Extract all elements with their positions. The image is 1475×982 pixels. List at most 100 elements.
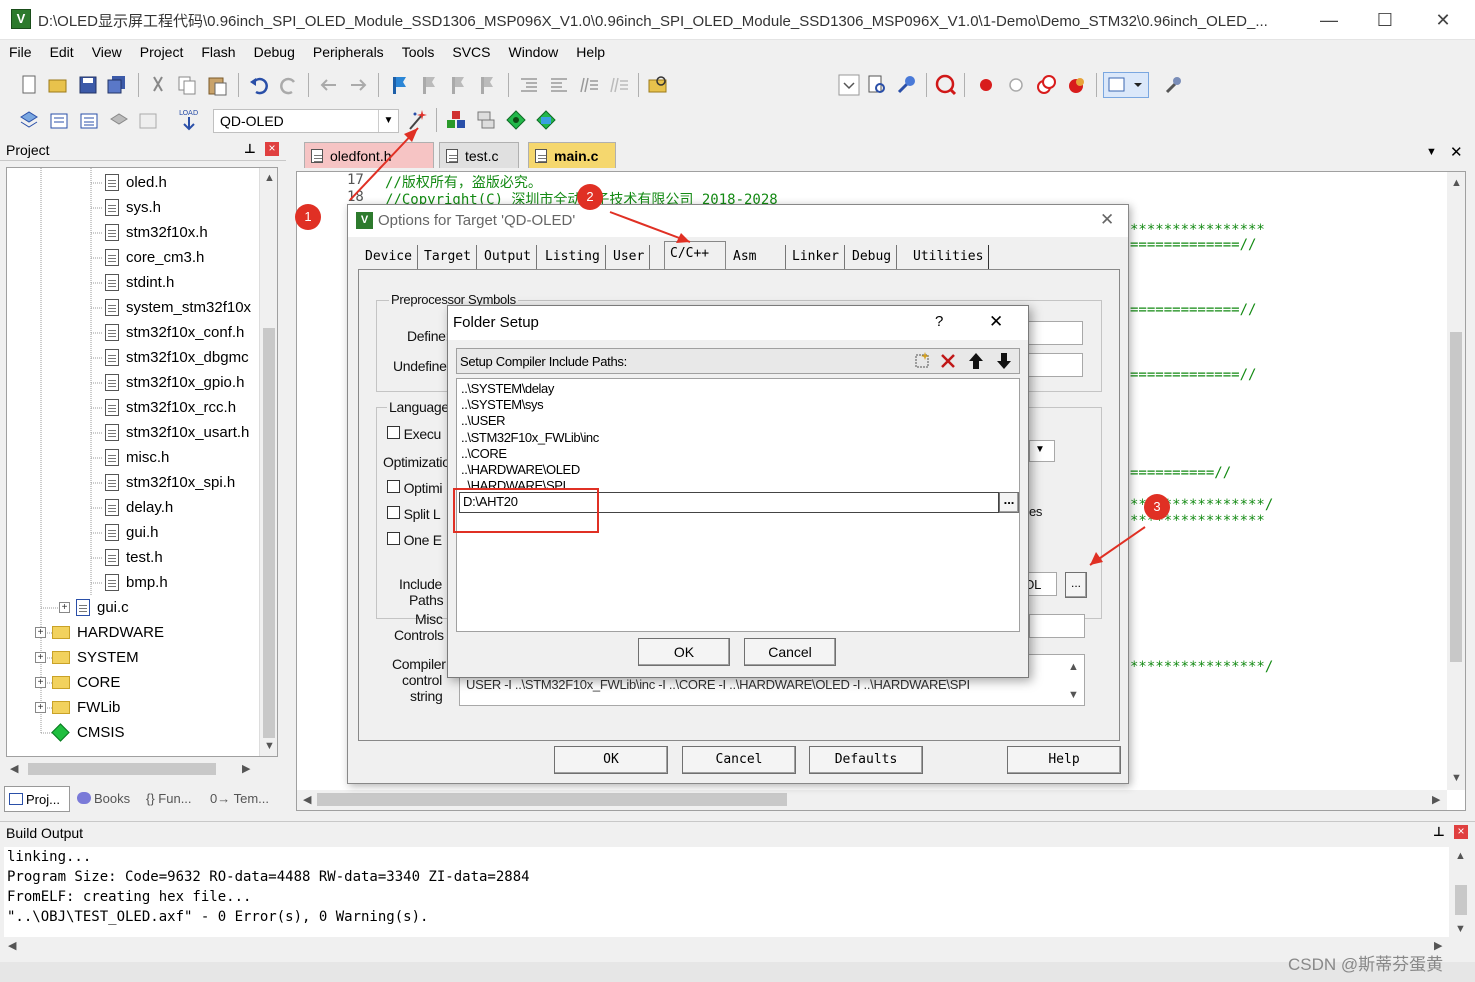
one-elf-option[interactable]: One E — [387, 532, 442, 548]
new-path-icon[interactable] — [911, 350, 933, 372]
select-packs-icon[interactable] — [475, 109, 497, 131]
save-icon[interactable] — [77, 74, 99, 96]
tab-c-cpp[interactable]: C/C++ — [664, 241, 726, 269]
scroll-up-icon[interactable]: ▲ — [1068, 661, 1079, 673]
warnings-select[interactable]: ▼ — [1029, 440, 1055, 462]
tree-file-stm32f10x-h[interactable]: stm32f10x.h — [105, 220, 208, 245]
tree-file-stm32f10x-gpio-h[interactable]: stm32f10x_gpio.h — [105, 370, 244, 395]
scroll-down-icon[interactable]: ▼ — [1451, 772, 1462, 784]
close-editor-icon[interactable]: ✕ — [1450, 143, 1463, 161]
tree-file-stm32f10x-dbgmc[interactable]: stm32f10x_dbgmc — [105, 345, 249, 370]
expand-icon[interactable]: + — [35, 677, 46, 688]
move-up-icon[interactable] — [965, 350, 987, 372]
nav-forward-icon[interactable] — [347, 74, 369, 96]
checkbox[interactable] — [387, 480, 400, 493]
expand-icon[interactable]: + — [59, 602, 70, 613]
tree-horizontal-scrollbar[interactable]: ◀ ▶ — [6, 760, 278, 778]
scroll-up-icon[interactable]: ▲ — [264, 172, 275, 184]
find-in-files-icon[interactable] — [647, 74, 669, 96]
editor-vertical-scrollbar[interactable]: ▲ ▼ — [1447, 172, 1465, 790]
undefine-input[interactable] — [1027, 353, 1083, 377]
rebuild-icon[interactable] — [78, 109, 100, 131]
tree-file-stm32f10x-rcc-h[interactable]: stm32f10x_rcc.h — [105, 395, 236, 420]
delete-path-icon[interactable] — [937, 350, 959, 372]
translate-icon[interactable] — [18, 109, 40, 131]
tree-group-hardware[interactable]: + HARDWARE — [35, 620, 164, 645]
path-item[interactable]: ..\SYSTEM\sys — [461, 397, 544, 412]
minimize-button[interactable]: — — [1306, 6, 1352, 34]
manage-rte-icon[interactable] — [505, 109, 527, 131]
tree-cmsis[interactable]: CMSIS — [51, 720, 125, 745]
scroll-thumb[interactable] — [1455, 885, 1467, 915]
tab-device[interactable]: Device — [360, 245, 418, 269]
tab-project[interactable]: Proj... — [4, 786, 70, 812]
folder-cancel-button[interactable]: Cancel — [744, 638, 836, 666]
tab-user[interactable]: User — [608, 245, 651, 269]
tree-vertical-scrollbar[interactable]: ▲ ▼ — [259, 168, 277, 756]
folder-ok-button[interactable]: OK — [638, 638, 730, 666]
save-all-icon[interactable] — [106, 74, 128, 96]
panel-close-icon[interactable]: × — [1454, 825, 1468, 839]
stop-build-icon[interactable] — [137, 109, 159, 131]
tree-group-system[interactable]: + SYSTEM — [35, 645, 139, 670]
tree-file-stm32f10x-usart-h[interactable]: stm32f10x_usart.h — [105, 420, 249, 445]
tree-group-core[interactable]: + CORE — [35, 670, 120, 695]
tab-output[interactable]: Output — [479, 245, 537, 269]
scroll-right-icon[interactable]: ▶ — [242, 762, 250, 775]
debug-session-icon[interactable] — [895, 74, 917, 96]
options-help-button[interactable]: Help — [1007, 746, 1121, 774]
target-select[interactable]: QD-OLED ▼ — [213, 109, 399, 133]
tab-templates[interactable]: 0→ Tem... — [208, 786, 278, 812]
path-browse-button[interactable]: ... — [999, 492, 1019, 513]
folder-close-icon[interactable]: ✕ — [989, 312, 1003, 332]
tab-oledfont-h[interactable]: oledfont.h — [304, 142, 434, 168]
tab-target[interactable]: Target — [419, 245, 477, 269]
tree-file-system-stm32f10x[interactable]: system_stm32f10x — [105, 295, 251, 320]
bookmark-icon[interactable] — [388, 74, 410, 96]
redo-icon[interactable] — [278, 74, 300, 96]
tab-listing[interactable]: Listing — [540, 245, 606, 269]
expand-icon[interactable]: + — [35, 702, 46, 713]
checkbox[interactable] — [387, 506, 400, 519]
pin-icon[interactable]: ⊥ — [1433, 824, 1445, 840]
include-paths-browse-button[interactable]: ... — [1065, 572, 1087, 598]
scroll-thumb[interactable] — [263, 328, 275, 738]
scroll-down-icon[interactable]: ▼ — [1068, 689, 1079, 701]
uncomment-icon[interactable] — [608, 74, 630, 96]
scroll-left-icon[interactable]: ◀ — [303, 793, 311, 806]
scroll-up-icon[interactable]: ▲ — [1455, 850, 1466, 862]
execute-only-option[interactable]: Execu — [387, 426, 441, 442]
build-output-text[interactable]: linking... Program Size: Code=9632 RO-da… — [4, 847, 1449, 937]
breakpoint-icon[interactable] — [975, 74, 997, 96]
tab-utilities[interactable]: Utilities — [908, 245, 990, 269]
help-icon[interactable]: ? — [935, 313, 943, 330]
window-layout-dropdown[interactable] — [1103, 72, 1149, 98]
checkbox[interactable] — [387, 532, 400, 545]
disable-all-breakpoints-icon[interactable] — [1035, 74, 1057, 96]
tree-file-sys-h[interactable]: sys.h — [105, 195, 161, 220]
tab-debug[interactable]: Debug — [847, 245, 898, 269]
scroll-left-icon[interactable]: ◀ — [8, 939, 16, 952]
prev-bookmark-icon[interactable] — [418, 74, 440, 96]
menu-svcs[interactable]: SVCS — [443, 40, 499, 60]
configure-icon[interactable] — [1162, 74, 1184, 96]
path-item[interactable]: ..\HARDWARE\OLED — [461, 462, 580, 477]
menu-file[interactable]: File — [0, 40, 41, 60]
path-item[interactable]: ..\STM32F10x_FWLib\inc — [461, 430, 599, 445]
path-item[interactable]: ..\SYSTEM\delay — [461, 381, 554, 396]
menu-peripherals[interactable]: Peripherals — [304, 40, 393, 60]
tree-file-delay-h[interactable]: delay.h — [105, 495, 173, 520]
tree-file-bmp-h[interactable]: bmp.h — [105, 570, 168, 595]
tree-file-gui-c[interactable]: + gui.c — [59, 595, 129, 620]
menu-edit[interactable]: Edit — [41, 40, 83, 60]
tab-main-c[interactable]: main.c — [528, 142, 616, 168]
clear-bookmarks-icon[interactable] — [476, 74, 498, 96]
menu-help[interactable]: Help — [567, 40, 614, 60]
indent-icon[interactable] — [518, 74, 540, 96]
tree-file-test-h[interactable]: test.h — [105, 545, 163, 570]
comment-icon[interactable] — [578, 74, 600, 96]
scroll-down-icon[interactable]: ▼ — [264, 740, 275, 752]
output-vertical-scrollbar[interactable]: ▲ ▼ — [1451, 847, 1471, 939]
define-input[interactable] — [1027, 321, 1083, 345]
tab-books[interactable]: Books — [73, 786, 141, 812]
